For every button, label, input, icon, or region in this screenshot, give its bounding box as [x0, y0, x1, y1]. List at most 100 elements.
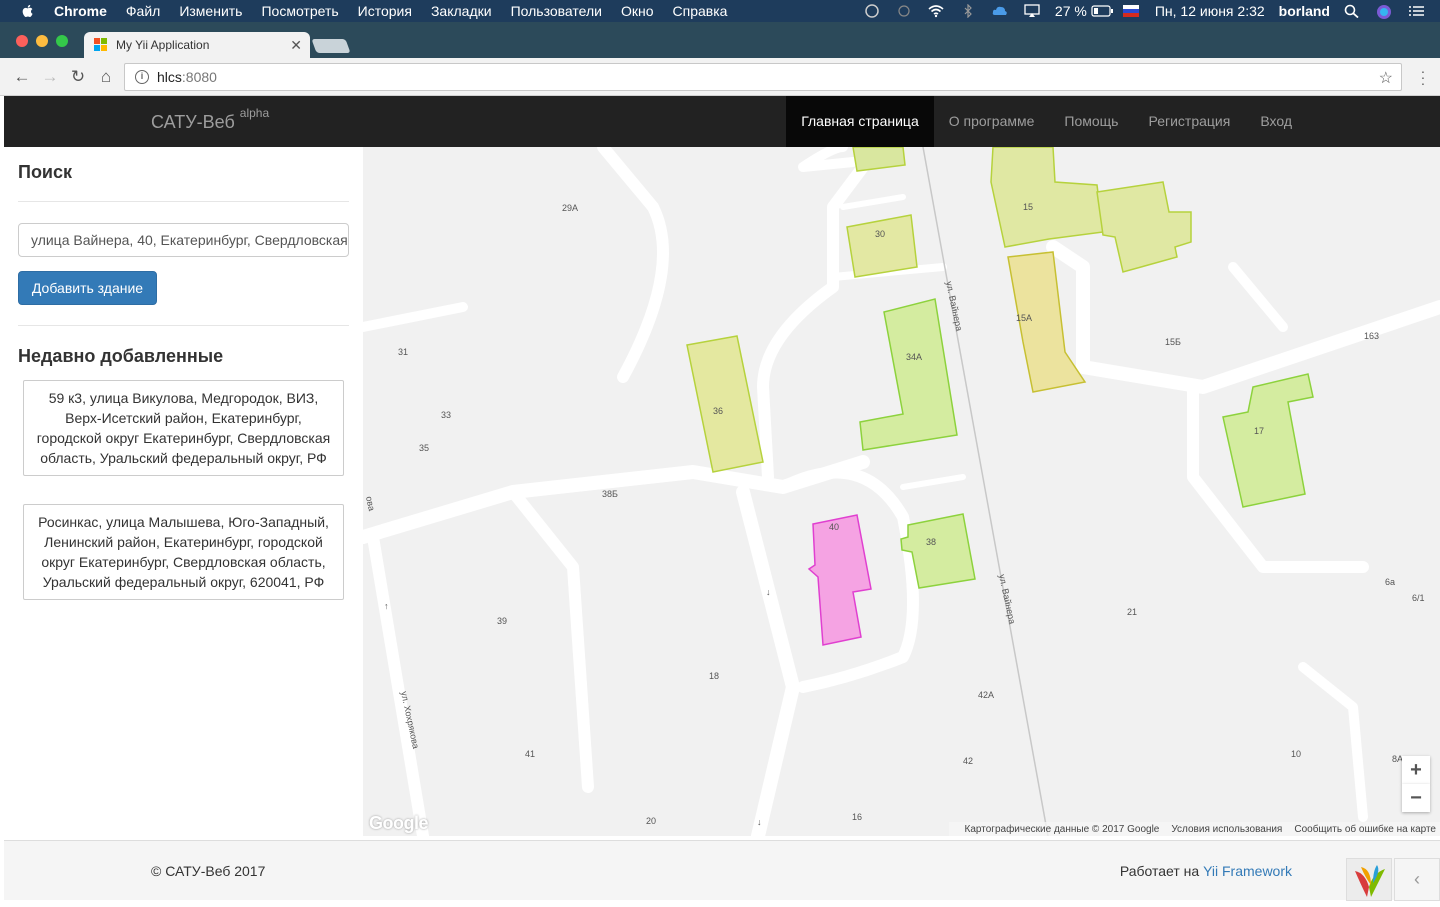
nav-register[interactable]: Регистрация [1133, 96, 1245, 147]
window-close-button[interactable] [16, 35, 28, 47]
map-attribution: Картографические данные © 2017 Google Ус… [948, 822, 1440, 836]
sync-icon[interactable] [895, 4, 913, 18]
recent-heading: Недавно добавленные [18, 346, 224, 366]
nav-home[interactable]: Главная страница [786, 96, 934, 147]
road [367, 531, 429, 836]
menu-view[interactable]: Посмотреть [261, 3, 338, 19]
recent-item[interactable]: 59 к3, улица Викулова, Медгородок, ВИЗ, … [23, 380, 344, 476]
menu-app-name[interactable]: Chrome [54, 3, 107, 19]
spotlight-search-icon[interactable] [1344, 4, 1362, 19]
copyright-text: © САТУ-Веб 2017 [151, 863, 266, 879]
map-canvas[interactable]: 29А 30 15 15А 15Б 163 31 34А 36 33 35 17… [363, 147, 1440, 836]
map-label: 6/1 [1412, 593, 1425, 603]
app-navbar: САТУ-Веб alpha Главная страница О програ… [4, 96, 1440, 147]
yii-framework-link[interactable]: Yii Framework [1203, 863, 1292, 879]
map-view[interactable]: 29А 30 15 15А 15Б 163 31 34А 36 33 35 17… [363, 147, 1440, 836]
back-arrow-icon[interactable]: ← [12, 67, 32, 87]
brand-logo[interactable]: САТУ-Веб alpha [151, 106, 269, 133]
url-port: :8080 [181, 69, 217, 85]
menu-people[interactable]: Пользователи [511, 3, 602, 19]
user-name[interactable]: borland [1279, 3, 1330, 19]
apple-icon[interactable] [20, 3, 36, 19]
menu-bookmarks[interactable]: Закладки [431, 3, 492, 19]
building-30[interactable] [846, 214, 918, 278]
map-label: 15А [1016, 313, 1032, 323]
google-logo[interactable]: Google [369, 813, 429, 834]
map-label: 20 [646, 816, 656, 826]
building-top[interactable] [852, 147, 906, 172]
map-label: 35 [419, 443, 429, 453]
road [757, 161, 869, 483]
brand-alpha-badge: alpha [239, 106, 270, 120]
road [840, 194, 906, 210]
powered-prefix: Работает на [1119, 863, 1204, 879]
map-label: 15 [1023, 202, 1033, 212]
siri-icon[interactable] [1376, 4, 1394, 19]
building-34a[interactable] [859, 298, 958, 451]
nav-links: Главная страница О программе Помощь Реги… [786, 96, 1307, 147]
terms-of-use-link[interactable]: Условия использования [1171, 824, 1282, 835]
search-heading: Поиск [18, 162, 73, 182]
building-40-selected[interactable] [807, 514, 872, 646]
battery-percent[interactable]: 27 % [1055, 3, 1087, 19]
zoom-out-button[interactable]: − [1402, 784, 1430, 812]
notification-center-icon[interactable] [1408, 4, 1426, 18]
map-label: 18 [709, 671, 719, 681]
menu-help[interactable]: Справка [673, 3, 728, 19]
wifi-icon[interactable] [927, 4, 945, 18]
road [1046, 240, 1440, 394]
input-source-flag-icon[interactable] [1122, 4, 1141, 18]
bookmark-star-icon[interactable]: ☆ [1379, 68, 1393, 88]
menu-window[interactable]: Окно [621, 3, 654, 19]
creative-cloud-icon[interactable] [863, 4, 881, 18]
debug-toolbar-toggle[interactable]: ‹ [1394, 858, 1440, 901]
new-tab-button[interactable] [311, 39, 351, 53]
menu-file[interactable]: Файл [126, 3, 160, 19]
macos-menu-bar: Chrome Файл Изменить Посмотреть История … [0, 0, 1440, 22]
building-36[interactable] [686, 335, 764, 473]
menu-history[interactable]: История [358, 3, 412, 19]
nav-login[interactable]: Вход [1245, 96, 1307, 147]
nav-about[interactable]: О программе [934, 96, 1050, 147]
building-17[interactable] [1222, 373, 1314, 508]
street-label: ул. Вайнера [944, 280, 964, 332]
bluetooth-icon[interactable] [959, 3, 977, 19]
brand-text: САТУ-Веб [151, 112, 235, 132]
site-info-icon[interactable]: i [135, 70, 149, 84]
battery-icon[interactable] [1091, 4, 1113, 18]
map-label: 29А [562, 203, 578, 213]
window-minimize-button[interactable] [36, 35, 48, 47]
cloud-app-icon[interactable] [991, 4, 1009, 18]
browser-tab[interactable]: My Yii Application ✕ [84, 32, 310, 58]
road [363, 455, 870, 544]
address-bar[interactable]: i hlcs:8080 ☆ [124, 63, 1402, 91]
road [1228, 262, 1288, 332]
building-15-east[interactable] [1096, 181, 1192, 273]
map-label: 42А [978, 690, 994, 700]
address-search-input[interactable]: улица Вайнера, 40, Екатеринбург, Свердло… [18, 223, 349, 257]
one-way-arrow-icon: ↓ [757, 817, 762, 827]
yii-favicon-icon [94, 38, 108, 52]
yii-debug-toolbar-logo[interactable] [1346, 858, 1392, 901]
nav-help[interactable]: Помощь [1049, 96, 1133, 147]
zoom-in-button[interactable]: + [1402, 756, 1430, 784]
map-label: 39 [497, 616, 507, 626]
airplay-icon[interactable] [1023, 4, 1041, 18]
tab-close-icon[interactable]: ✕ [290, 37, 302, 54]
map-label: 33 [441, 410, 451, 420]
datetime[interactable]: Пн, 12 июня 2:32 [1155, 3, 1265, 19]
menu-edit[interactable]: Изменить [179, 3, 242, 19]
chrome-menu-icon[interactable]: · · · [1420, 64, 1426, 90]
map-label: 42 [963, 756, 973, 766]
forward-arrow-icon[interactable]: → [40, 67, 60, 87]
recent-item[interactable]: Росинкас, улица Малышева, Юго-Западный, … [23, 504, 344, 600]
divider [18, 325, 349, 326]
add-building-button[interactable]: Добавить здание [18, 271, 157, 305]
building-15[interactable] [990, 147, 1104, 248]
yii-logo-icon [1355, 865, 1385, 897]
street-label: ова [364, 495, 377, 511]
window-zoom-button[interactable] [56, 35, 68, 47]
home-icon[interactable]: ⌂ [96, 67, 116, 87]
report-map-error-link[interactable]: Сообщить об ошибке на карте [1294, 824, 1436, 835]
reload-icon[interactable]: ↻ [68, 67, 88, 87]
